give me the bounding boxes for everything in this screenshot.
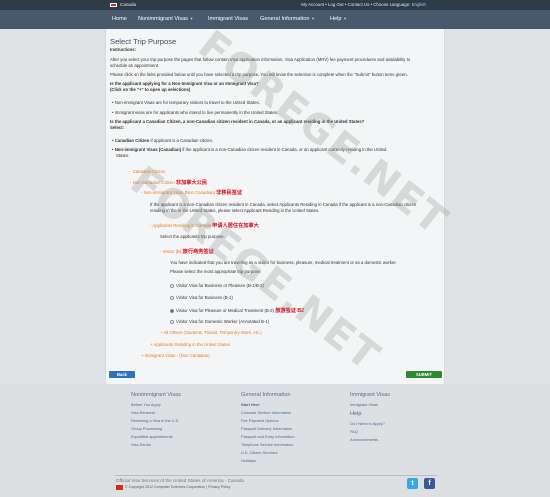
tree-visitor-b-label[interactable]: - Visitor (B) [160, 249, 181, 254]
bullet-canadian-citizen-text: if applicant is a Canadian citizen. [149, 138, 214, 143]
nav-help-label[interactable]: Help [330, 16, 342, 22]
bullet-nonimmigrant: • Non-immigrant Visas are for temporary … [112, 100, 260, 105]
page-title: Select Trip Purpose [110, 37, 177, 46]
footer-divider [115, 475, 437, 476]
question-visa-type-hint: (Click on the "+" to open up selections) [110, 87, 191, 92]
footer-general-title: General Information [241, 392, 291, 398]
footer-link[interactable]: Visa Denial [131, 442, 151, 447]
bullet-canadian-citizen-bold: Canadian Citizen [114, 138, 150, 143]
radio-icon[interactable] [170, 283, 174, 288]
radio-selected-icon[interactable] [170, 308, 174, 313]
instructions-heading: Instructions: [110, 47, 137, 52]
tree-immigrant-visas[interactable]: + Immigrant Visas - (Non Canadian) [141, 353, 210, 358]
option-b2-label[interactable]: Visitor Visa for Pleasure or Medical Tre… [176, 308, 274, 313]
footer-immigrant-title: Immigrant Visas [350, 392, 390, 398]
footer-help-title: Help [350, 411, 362, 417]
canada-flag-icon [110, 2, 117, 7]
main-nav: Home Nonimmigrant Visas ▼ Immigrant Visa… [0, 10, 550, 29]
footer-link[interactable]: Group Processing [131, 426, 162, 431]
chevron-down-icon: ▼ [189, 15, 194, 21]
footer-official-text: Official Visa Services of the United Sta… [116, 478, 244, 483]
option-domestic-worker[interactable]: Visitor Visa for Domestic Worker (Annota… [170, 319, 269, 324]
bullet-noncanadian-text-2: States. [116, 153, 130, 158]
top-utility-bar: Canada My Account • Log Out • Contact Us… [0, 0, 550, 10]
footer-nonimmigrant-title: Nonimmigrant Visas [131, 392, 181, 398]
footer-link[interactable]: Announcements [350, 437, 378, 442]
footer-link[interactable]: Visa Renewal [131, 410, 155, 415]
bullet-immigrant: • Immigrant visas are for applicants who… [112, 110, 279, 115]
bullet-immigrant-text: Immigrant visas are for applicants who i… [114, 110, 279, 115]
nav-immigrant[interactable]: Immigrant Visas [208, 16, 248, 22]
tree-applicants-us[interactable]: + Applicants Residing in the United Stat… [150, 342, 230, 347]
submit-button[interactable]: SUBMIT [406, 371, 442, 378]
question-citizenship-select: Select: [110, 125, 125, 130]
option-b1-label[interactable]: Visitor Visa for Business (B-1) [176, 295, 233, 300]
footer-link[interactable]: Renewing a Visa in the U.S. [131, 418, 179, 423]
chevron-down-icon: ▼ [343, 15, 348, 21]
footer-link[interactable]: Passport Delivery Information [241, 426, 292, 431]
footer-link[interactable]: Fee Payment Options [241, 418, 279, 423]
footer: Nonimmigrant Visas Before You Apply Visa… [0, 384, 550, 497]
footer-copyright[interactable]: © Copyright 2012 Computer Sciences Corpo… [125, 485, 230, 489]
footer-link[interactable]: FAQ [350, 429, 358, 434]
nav-general-info-label[interactable]: General Information [260, 16, 309, 22]
footer-link[interactable]: Consular Section Information [241, 410, 291, 415]
radio-icon[interactable] [170, 319, 174, 324]
annotation-nonimmigrant: 非移民签证 [216, 190, 243, 196]
instructions-text-1b: schedule an appointment. [110, 63, 160, 68]
footer-link[interactable]: Immigrant Visas [350, 402, 378, 407]
country-label: Canada [120, 2, 137, 7]
back-button[interactable]: Back [109, 371, 135, 378]
nav-nonimmigrant-label[interactable]: Nonimmigrant Visas [138, 16, 188, 22]
nav-general-info[interactable]: General Information ▼ [260, 16, 315, 22]
nav-nonimmigrant[interactable]: Nonimmigrant Visas ▼ [138, 16, 193, 22]
footer-link[interactable]: U.S. Citizen Services [241, 450, 278, 455]
bullet-canadian-citizen: • Canadian Citizen if applicant is a Can… [112, 138, 214, 143]
nav-home[interactable]: Home [112, 16, 127, 22]
nav-home-label[interactable]: Home [112, 16, 127, 22]
account-links-text[interactable]: My Account • Log Out • Contact Us • Choo… [301, 2, 410, 7]
chevron-down-icon: ▼ [311, 15, 315, 21]
footer-link[interactable]: Do I Need to Apply? [350, 421, 385, 426]
nav-immigrant-label[interactable]: Immigrant Visas [208, 16, 248, 22]
radio-icon[interactable] [170, 295, 174, 300]
footer-link[interactable]: Start Here [241, 402, 260, 407]
nav-help[interactable]: Help ▼ [330, 16, 347, 22]
csc-logo-icon [116, 485, 123, 490]
footer-link[interactable]: Expedited appointments [131, 434, 173, 439]
bullet-noncanadian-bold: Non-immigrant Visas (Canadian) [114, 147, 181, 152]
footer-link[interactable]: Passport and Entry Information [241, 434, 295, 439]
tree-all-others[interactable]: + All Others (Students, Transit, Tempora… [160, 330, 262, 335]
facebook-icon[interactable]: f [424, 478, 435, 489]
footer-link[interactable]: Holidays [241, 458, 256, 463]
footer-link[interactable]: Before You Apply [131, 402, 161, 407]
option-domestic-worker-label[interactable]: Visitor Visa for Domestic Worker (Annota… [176, 319, 269, 324]
bullet-nonimmigrant-text: Non-immigrant Visas are for temporary vi… [114, 100, 260, 105]
option-b1[interactable]: Visitor Visa for Business (B-1) [170, 295, 233, 300]
twitter-icon[interactable]: t [407, 478, 418, 489]
footer-link[interactable]: Telephone Service Information [241, 442, 294, 447]
account-links[interactable]: My Account • Log Out • Contact Us • Choo… [301, 2, 426, 7]
language-selector[interactable]: English [412, 2, 426, 7]
